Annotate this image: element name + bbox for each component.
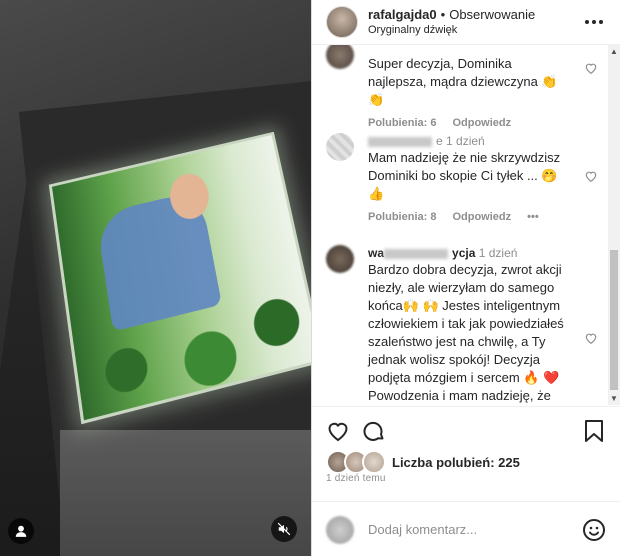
comment-time[interactable]: 1 dzień [479,246,518,260]
smiley-icon [582,518,606,542]
post-media[interactable] [0,0,311,556]
comment-username-blurred[interactable] [368,137,432,147]
comment-user-fragment: wa [368,246,384,260]
comment-like-heart-icon[interactable] [584,61,598,75]
user-icon [14,524,28,538]
author-info: rafalgajda0 • Obserwowanie Oryginalny dźwi… [368,7,582,37]
comments-list[interactable]: Super decyzja, Dominika najlepsza, mądra… [312,45,608,405]
comment-body: Super decyzja, Dominika najlepsza, mądra… [368,45,600,129]
comment-more-button[interactable]: ••• [527,211,539,223]
comment-likes-count[interactable]: Polubienia: 6 [368,117,436,129]
post-actions-bar [312,406,620,455]
current-user-avatar [326,516,354,544]
comment-user-fragment-end: ycja [452,246,475,260]
like-button[interactable] [326,419,350,443]
comment-avatar[interactable] [326,245,354,273]
likers-avatars[interactable] [326,450,386,474]
comment-bubble-icon [362,419,386,443]
comment-username-blurred[interactable] [384,249,448,259]
comment-avatar[interactable] [326,133,354,161]
author-username[interactable]: rafalgajda0 [368,7,437,22]
comment-like-heart-icon[interactable] [584,331,598,345]
comment-avatar[interactable] [326,45,354,69]
speaker-muted-icon [277,522,291,536]
save-button[interactable] [582,419,606,443]
comment-item: e 1 dzień Mam nadzieję że nie skrzywdzis… [326,133,600,223]
comment-meta: wa ycja 1 dzień [368,245,600,261]
reply-button[interactable]: Odpowiedz [452,211,511,223]
tagged-users-button[interactable] [8,518,34,544]
comment-actions: Polubienia: 8 Odpowiedz ••• [368,211,600,223]
scroll-down-arrow-icon[interactable]: ▼ [610,394,618,403]
post-header: rafalgajda0 • Obserwowanie Oryginalny dźwi… [312,0,620,45]
likes-count[interactable]: Liczba polubień: 225 [392,455,520,470]
add-comment-box: Dodaj komentarz... [312,501,620,557]
instagram-post-view: rafalgajda0 • Obserwowanie Oryginalny dźwi… [0,0,620,556]
comment-text: Bardzo dobra decyzja, zwrot akcji niezły… [368,261,568,405]
comment-body: e 1 dzień Mam nadzieję że nie skrzywdzis… [368,133,600,223]
emoji-picker-button[interactable] [582,518,606,542]
comments-scrollbar[interactable]: ▲ ▼ [608,45,620,405]
original-audio-link[interactable]: Oryginalny dźwięk [368,23,582,37]
comment-input[interactable]: Dodaj komentarz... [368,522,582,537]
author-avatar[interactable] [326,6,358,38]
bookmark-icon [583,419,605,443]
comment-likes-count[interactable]: Polubienia: 8 [368,211,436,223]
post-side-panel: rafalgajda0 • Obserwowanie Oryginalny dźwi… [311,0,620,556]
more-horizontal-icon [584,19,604,25]
comment-user-fragment: e [436,134,443,148]
comment-item: Super decyzja, Dominika najlepsza, mądra… [326,45,600,129]
comment-actions: Polubienia: 6 Odpowiedz [368,117,600,129]
scroll-up-arrow-icon[interactable]: ▲ [610,47,618,56]
post-date[interactable]: 1 dzień temu [326,473,386,484]
comment-like-heart-icon[interactable] [584,169,598,183]
reply-button[interactable]: Odpowiedz [452,117,511,129]
likes-row: Liczba polubień: 225 [326,450,520,474]
mute-button[interactable] [271,516,297,542]
following-button[interactable]: Obserwowanie [449,7,535,22]
heart-icon [326,419,350,443]
more-options-button[interactable] [582,10,606,34]
separator-dot: • [441,7,446,22]
comment-time[interactable]: 1 dzień [446,134,485,148]
comment-body: wa ycja 1 dzień Bardzo dobra decyzja, zwr… [368,245,600,405]
liker-avatar [362,450,386,474]
scrollbar-thumb[interactable] [610,250,618,390]
comment-button[interactable] [362,419,386,443]
author-row: rafalgajda0 • Obserwowanie [368,7,582,23]
comment-item: wa ycja 1 dzień Bardzo dobra decyzja, zwr… [326,245,600,405]
comment-text: Mam nadzieję że nie skrzywdzisz Dominiki… [368,149,568,203]
comment-meta: e 1 dzień [368,133,600,149]
comment-text: Super decyzja, Dominika najlepsza, mądra… [368,55,568,109]
